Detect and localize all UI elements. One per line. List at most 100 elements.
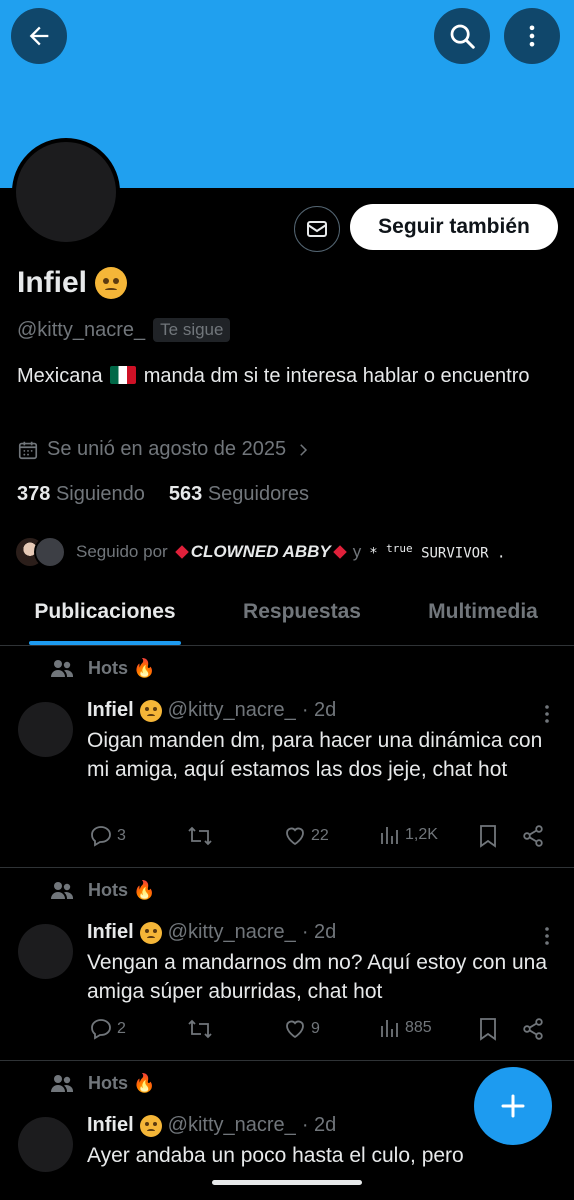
more-options-button[interactable] [504, 8, 560, 64]
follow-back-button[interactable]: Seguir también [350, 204, 558, 250]
follow-stats: 378 Siguiendo 563 Seguidores [17, 483, 309, 506]
community-context[interactable]: Hots 🔥 [50, 658, 155, 679]
reply-button[interactable]: 3 [89, 824, 126, 848]
post-text: Ayer andaba un poco hasta el culo, pero [87, 1144, 464, 1167]
share-button[interactable] [521, 824, 545, 848]
joined-date-row[interactable]: Se unió en agosto de 2025 [17, 438, 312, 461]
views-icon [381, 1020, 398, 1037]
post-author-name[interactable]: Infiel [87, 699, 134, 722]
following-count: 378 [17, 483, 51, 505]
share-button[interactable] [521, 1017, 545, 1041]
woozy-face-emoji-icon [95, 267, 128, 299]
followed-by-name2-sup: true [386, 542, 413, 556]
bookmark-button[interactable] [477, 824, 499, 848]
share-icon [523, 825, 543, 847]
followers-count: 563 [168, 483, 203, 505]
joined-date-text: Se unió en agosto de 2025 [47, 438, 287, 460]
views-button[interactable]: 1,2K [379, 824, 438, 846]
more-vertical-icon [545, 927, 549, 945]
community-name: Hots 🔥 [88, 658, 156, 678]
heart-icon [286, 1020, 304, 1039]
post-text: Vengan a mandarnos dm no? Aquí estoy con… [87, 951, 548, 1003]
post-text: Oigan manden dm, para hacer una dinámica… [87, 729, 543, 781]
like-count: 22 [311, 827, 329, 844]
community-name: Hots 🔥 [88, 880, 156, 900]
post[interactable]: Hots 🔥 Infiel @kitty_nacre_ · 2d Vengan … [0, 868, 574, 1061]
tab-posts[interactable]: Publicaciones [29, 592, 181, 645]
message-button[interactable] [294, 206, 340, 252]
mexico-flag-emoji-icon [110, 366, 137, 384]
repost-button[interactable] [187, 824, 213, 848]
reply-button[interactable]: 2 [89, 1017, 126, 1041]
like-button[interactable]: 22 [283, 824, 329, 848]
reply-icon [91, 826, 111, 847]
bookmark-button[interactable] [477, 1017, 499, 1041]
followed-by-prefix: Seguido por [76, 542, 168, 561]
follows-you-badge: Te sigue [153, 318, 231, 342]
people-icon [51, 881, 73, 899]
post-time: · 2d [301, 1114, 337, 1136]
arrow-left-icon [29, 26, 49, 46]
followed-by-and: y [352, 542, 362, 561]
views-icon [381, 827, 398, 844]
following-link[interactable]: 378 Siguiendo [17, 483, 145, 506]
post-avatar[interactable] [18, 924, 73, 979]
followed-by-suffix: . [496, 545, 506, 562]
views-count: 885 [405, 1019, 432, 1036]
profile-avatar[interactable] [12, 138, 120, 246]
search-button[interactable] [434, 8, 490, 64]
post-author-name[interactable]: Infiel [87, 1114, 134, 1137]
post-author-handle[interactable]: @kitty_nacre_ [168, 699, 296, 722]
tab-replies[interactable]: Respuestas [238, 592, 366, 645]
post[interactable]: Hots 🔥 Infiel @kitty_nacre_ · 2d Oigan m… [0, 646, 574, 868]
woozy-face-emoji-icon [139, 921, 162, 944]
post-avatar[interactable] [18, 1117, 73, 1172]
more-vertical-icon [545, 705, 549, 723]
followers-link[interactable]: 563 Seguidores [169, 483, 309, 506]
more-vertical-icon [529, 25, 535, 47]
home-indicator[interactable] [212, 1180, 362, 1185]
post-author-handle[interactable]: @kitty_nacre_ [168, 921, 296, 944]
post-header: Infiel @kitty_nacre_ · 2d [87, 699, 336, 722]
post-actions: 3 22 1,2K [87, 824, 557, 854]
community-name: Hots 🔥 [88, 1073, 156, 1093]
followed-by-row[interactable]: Seguido por CLOWNED ABBY y * true SURVIV… [14, 536, 505, 568]
woozy-face-emoji-icon [139, 699, 162, 722]
repost-button[interactable] [187, 1017, 213, 1041]
search-icon [450, 24, 475, 49]
handle-row: @kitty_nacre_ Te sigue [17, 318, 231, 342]
followers-label: Seguidores [207, 483, 310, 505]
compose-post-button[interactable] [474, 1067, 552, 1145]
profile-bio: Mexicana manda dm si te interesa hablar … [17, 362, 557, 391]
back-button[interactable] [11, 8, 67, 64]
views-button[interactable]: 885 [379, 1017, 432, 1039]
bio-text-end: manda dm si te interesa hablar o encuent… [143, 365, 530, 387]
chevron-right-icon [300, 443, 308, 456]
post-header: Infiel @kitty_nacre_ · 2d [87, 921, 336, 944]
community-context[interactable]: Hots 🔥 [50, 880, 155, 901]
post-author-handle[interactable]: @kitty_nacre_ [168, 1114, 296, 1137]
share-icon [523, 1018, 543, 1040]
followed-by-name2: * true SURVIVOR . [369, 542, 506, 562]
mail-icon [307, 221, 327, 237]
post-time: · 2d [301, 921, 337, 943]
bookmark-icon [480, 1018, 496, 1041]
community-context[interactable]: Hots 🔥 [50, 1073, 155, 1094]
reply-count: 2 [117, 1020, 126, 1037]
calendar-icon [18, 441, 38, 459]
plus-icon [501, 1094, 525, 1118]
bio-text-start: Mexicana [17, 365, 103, 387]
people-icon [51, 659, 73, 677]
profile-name-text: Infiel [17, 266, 88, 299]
like-button[interactable]: 9 [283, 1017, 320, 1041]
post-header: Infiel @kitty_nacre_ · 2d [87, 1114, 336, 1137]
red-diamond-icon [332, 545, 347, 559]
woozy-face-emoji-icon [139, 1114, 162, 1137]
tab-media[interactable]: Multimedia [420, 592, 546, 645]
follower-avatar [34, 536, 66, 568]
post-avatar[interactable] [18, 702, 73, 757]
views-count: 1,2K [405, 826, 438, 843]
post-author-name[interactable]: Infiel [87, 921, 134, 944]
repost-icon [188, 826, 212, 846]
like-count: 9 [311, 1020, 320, 1037]
